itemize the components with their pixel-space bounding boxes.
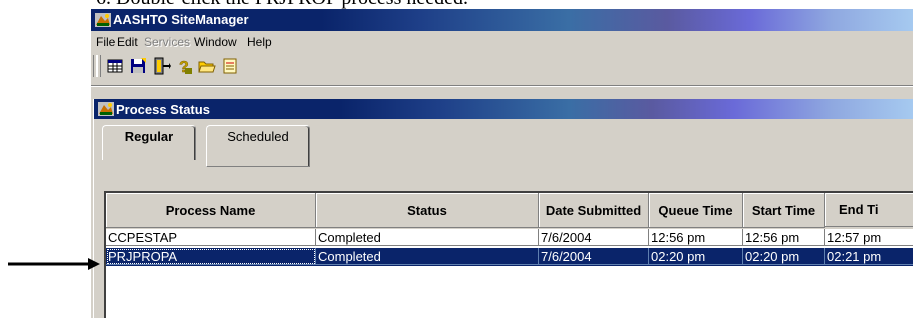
cell-end-time: 12:57 pm xyxy=(825,229,913,246)
app-titlebar[interactable]: AASHTO SiteManager xyxy=(91,9,913,31)
cell-date-submitted: 7/6/2004 xyxy=(539,229,649,246)
save-icon[interactable] xyxy=(128,56,148,76)
table-icon[interactable] xyxy=(105,56,125,76)
open-folder-icon[interactable] xyxy=(197,56,217,76)
column-header-status[interactable]: Status xyxy=(316,193,539,228)
column-header-start-time[interactable]: Start Time xyxy=(743,193,825,228)
help-icon[interactable]: ? xyxy=(174,56,194,76)
column-header-process-name[interactable]: Process Name xyxy=(106,193,316,228)
cell-date-submitted: 7/6/2004 xyxy=(539,248,649,265)
tab-scheduled[interactable]: Scheduled xyxy=(206,125,310,167)
cell-process-name: PRJPROPA xyxy=(106,248,316,265)
table-row[interactable]: CCPESTAP Completed 7/6/2004 12:56 pm 12:… xyxy=(106,229,913,247)
table-row-selected[interactable]: PRJPROPA Completed 7/6/2004 02:20 pm 02:… xyxy=(106,248,913,266)
menu-file[interactable]: File xyxy=(96,35,115,49)
toolbar-divider xyxy=(91,85,913,87)
menu-bar: File Edit Services Window Help xyxy=(91,32,913,52)
cell-queue-time: 12:56 pm xyxy=(649,229,743,246)
tab-regular[interactable]: Regular xyxy=(102,125,196,160)
menu-help[interactable]: Help xyxy=(247,35,272,49)
pointer-arrow-icon xyxy=(8,258,100,270)
app-title: AASHTO SiteManager xyxy=(113,12,249,27)
menu-window[interactable]: Window xyxy=(194,35,237,49)
cell-status: Completed xyxy=(316,229,539,246)
menu-services[interactable]: Services xyxy=(144,35,190,49)
menu-edit[interactable]: Edit xyxy=(117,35,138,49)
toolbar-grip-2 xyxy=(97,55,101,77)
tab-scheduled-label: Scheduled xyxy=(227,129,289,144)
notes-icon[interactable] xyxy=(220,56,240,76)
column-header-date-submitted[interactable]: Date Submitted xyxy=(539,193,649,228)
grid-header: Process Name Status Date Submitted Queue… xyxy=(106,193,913,229)
cell-start-time: 12:56 pm xyxy=(743,229,825,246)
cell-status: Completed xyxy=(316,248,539,265)
cell-queue-time: 02:20 pm xyxy=(649,248,743,265)
app-logo-icon xyxy=(95,13,111,27)
cell-process-name: CCPESTAP xyxy=(106,229,316,246)
cell-start-time: 02:20 pm xyxy=(743,248,825,265)
column-header-queue-time[interactable]: Queue Time xyxy=(649,193,743,228)
window-logo-icon xyxy=(98,102,114,116)
column-header-end-time[interactable]: End Ti xyxy=(825,193,913,227)
process-status-title: Process Status xyxy=(116,102,210,117)
process-status-titlebar[interactable]: Process Status xyxy=(94,99,913,119)
tab-regular-label: Regular xyxy=(124,129,174,144)
cell-end-time: 02:21 pm xyxy=(825,248,913,265)
exit-door-icon[interactable] xyxy=(151,56,171,76)
process-grid[interactable]: Process Name Status Date Submitted Queue… xyxy=(104,191,913,318)
